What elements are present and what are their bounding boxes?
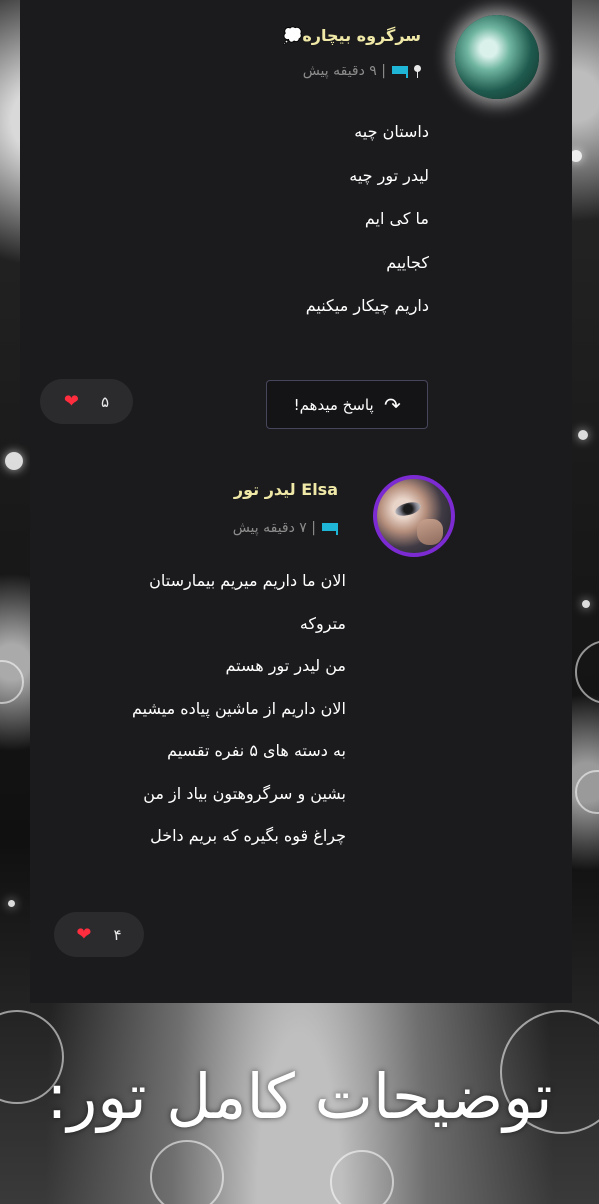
comment-line: چراغ قوه بگیره که بریم داخل: [150, 826, 346, 845]
comment-line: لیدر تور چیه: [349, 165, 429, 185]
pin-icon: [414, 64, 421, 78]
comment-time: | ۹ دقیقه پیش: [302, 63, 386, 79]
author-name: Elsa لیدر تور: [233, 480, 338, 499]
flag-icon: [392, 65, 408, 78]
comment-line: داستان چیه: [354, 122, 429, 141]
comment-line: من لیدر تور هستم: [225, 656, 346, 675]
comment-author[interactable]: Elsa لیدر تور: [234, 480, 338, 499]
comment-time: | ۷ دقیقه پیش: [232, 520, 316, 536]
comment-line: بشین و سرگروهتون بیاد از من: [143, 783, 346, 803]
comment-text: داستان چیه لیدر تور چیه ما کی ایم کجاییم…: [306, 110, 429, 328]
flag-icon: [322, 522, 338, 535]
comment-text: الان ما داریم میریم بیمارستان متروکه من …: [132, 560, 346, 858]
like-count: ۵: [101, 392, 110, 411]
like-count: ۴: [113, 925, 122, 944]
heart-icon: ❤: [76, 924, 92, 945]
like-button[interactable]: ❤ ۴: [54, 912, 144, 957]
heart-icon: ❤: [63, 391, 80, 412]
avatar[interactable]: [455, 15, 539, 99]
comment-line: کجاییم: [386, 252, 429, 272]
avatar[interactable]: [373, 475, 455, 557]
comment-line: به دسته های ۵ نفره تقسیم: [167, 741, 346, 760]
comment-meta: | ۹ دقیقه پیش: [303, 63, 421, 79]
reply-button[interactable]: ↶ پاسخ میدهم!: [266, 380, 428, 429]
comment-author[interactable]: سرگروه بیچاره💭: [278, 26, 421, 45]
comment-line: الان داریم از ماشین پیاده میشیم: [132, 698, 346, 718]
comment-line: ما کی ایم: [364, 209, 429, 229]
avatar-hand: [417, 519, 443, 545]
reply-arrow-icon: ↶: [383, 392, 401, 417]
like-button[interactable]: ❤ ۵: [40, 379, 133, 424]
reply-label: پاسخ میدهم!: [293, 395, 374, 414]
author-name: سرگروه بیچاره: [302, 26, 421, 45]
footer-title: توضیحات کامل تور:: [46, 1060, 553, 1133]
comment-line: متروکه: [299, 613, 346, 633]
comment-line: الان ما داریم میریم بیمارستان: [149, 571, 346, 590]
comment-meta: | ۷ دقیقه پیش: [233, 520, 338, 536]
comment-line: داریم چیکار میکنیم: [305, 296, 429, 316]
avatar-eye: [393, 499, 423, 519]
thought-bubble-icon: 💭: [282, 26, 303, 45]
